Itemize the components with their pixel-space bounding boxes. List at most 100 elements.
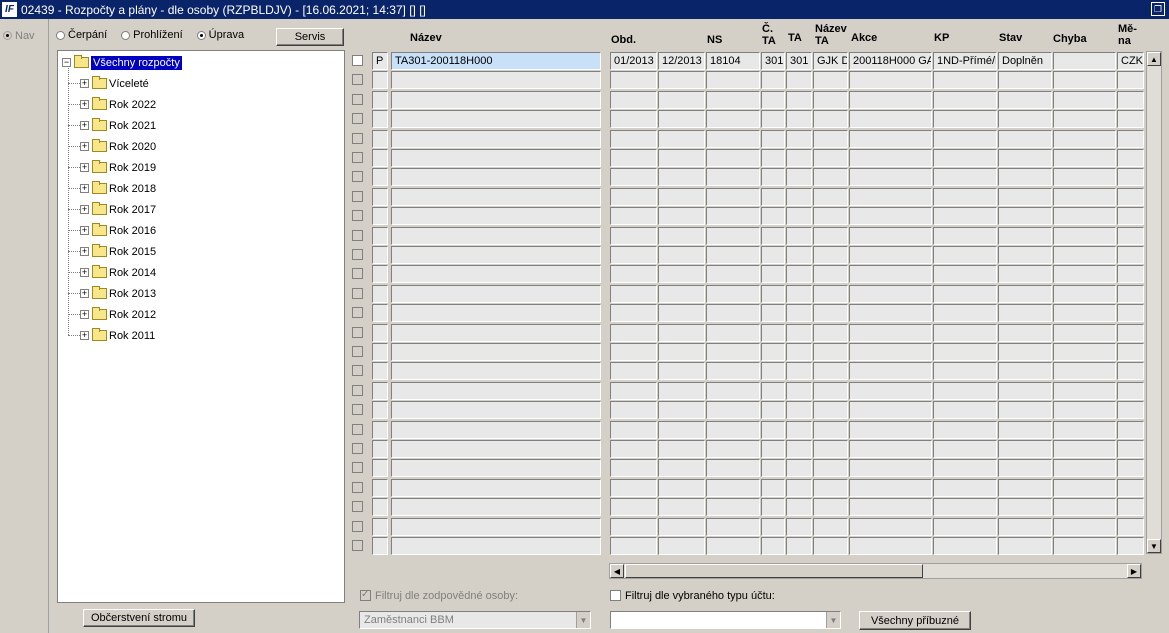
row-select-checkbox[interactable] (352, 190, 363, 202)
tree-item[interactable]: + Rok 2022 (80, 96, 156, 113)
cell-obd_od[interactable] (610, 187, 657, 206)
mode-uprava[interactable]: Úprava (196, 29, 244, 41)
cell-mena[interactable] (1117, 110, 1144, 129)
cell-akce[interactable] (849, 110, 932, 129)
expand-icon[interactable]: + (80, 163, 89, 172)
cell-nazev_ta[interactable] (813, 323, 848, 342)
cell-p[interactable] (372, 498, 388, 517)
cell-obd_do[interactable] (658, 362, 705, 381)
cell-p[interactable] (372, 459, 388, 478)
cell-nazev_ta[interactable] (813, 420, 848, 439)
cell-ns[interactable] (706, 284, 760, 303)
cell-akce[interactable] (849, 343, 932, 361)
servis-button[interactable]: Servis (276, 28, 344, 46)
tree-item[interactable]: + Rok 2013 (80, 285, 156, 302)
table-row[interactable] (352, 478, 1147, 497)
cell-stav[interactable] (998, 537, 1052, 555)
cell-p[interactable] (372, 323, 388, 342)
table-row[interactable] (352, 90, 1147, 109)
cell-chyba[interactable] (1053, 129, 1116, 148)
expand-icon[interactable]: + (80, 226, 89, 235)
cell-ta[interactable] (786, 226, 812, 245)
cell-obd_od[interactable] (610, 90, 657, 109)
cell-obd_do[interactable] (658, 459, 705, 478)
cell-nazev[interactable] (391, 343, 601, 361)
cell-c_ta[interactable] (761, 343, 785, 361)
cell-mena[interactable] (1117, 207, 1144, 226)
cell-obd_do[interactable] (658, 323, 705, 342)
cell-obd_od[interactable] (610, 343, 657, 361)
row-select-checkbox[interactable] (352, 113, 363, 125)
table-row[interactable] (352, 459, 1147, 478)
cell-chyba[interactable] (1053, 459, 1116, 478)
scroll-up-icon[interactable]: ▲ (1147, 52, 1161, 66)
table-row[interactable] (352, 304, 1147, 323)
cell-obd_od[interactable] (610, 362, 657, 381)
cell-p[interactable]: P (372, 52, 388, 70)
cell-ta[interactable] (786, 71, 812, 90)
cell-ns[interactable] (706, 149, 760, 167)
cell-chyba[interactable] (1053, 207, 1116, 226)
tree-item[interactable]: + Rok 2020 (80, 138, 156, 155)
cell-chyba[interactable] (1053, 343, 1116, 361)
cell-obd_od[interactable] (610, 323, 657, 342)
cell-ta[interactable]: 301 (786, 52, 812, 70)
cell-akce[interactable] (849, 187, 932, 206)
row-select-checkbox[interactable] (352, 462, 363, 474)
cell-obd_do[interactable] (658, 187, 705, 206)
cell-ta[interactable] (786, 207, 812, 226)
expand-icon[interactable]: + (80, 331, 89, 340)
cell-mena[interactable] (1117, 71, 1144, 90)
mode-prohlizeni[interactable]: Prohlížení (121, 29, 183, 41)
expand-icon[interactable]: + (80, 79, 89, 88)
cell-nazev_ta[interactable] (813, 226, 848, 245)
cell-nazev[interactable] (391, 381, 601, 400)
cell-stav[interactable] (998, 401, 1052, 420)
cell-obd_od[interactable] (610, 498, 657, 517)
cell-stav[interactable] (998, 168, 1052, 187)
cell-mena[interactable] (1117, 323, 1144, 342)
cell-ns[interactable] (706, 362, 760, 381)
expand-icon[interactable]: + (80, 289, 89, 298)
cell-akce[interactable] (849, 304, 932, 323)
cell-ta[interactable] (786, 323, 812, 342)
cell-ns[interactable] (706, 110, 760, 129)
cell-c_ta[interactable] (761, 207, 785, 226)
cell-stav[interactable] (998, 149, 1052, 167)
cell-nazev[interactable] (391, 401, 601, 420)
cell-stav[interactable] (998, 187, 1052, 206)
cell-c_ta[interactable] (761, 537, 785, 555)
cell-c_ta[interactable] (761, 362, 785, 381)
cell-p[interactable] (372, 440, 388, 458)
cell-obd_do[interactable] (658, 207, 705, 226)
cell-obd_od[interactable] (610, 459, 657, 478)
cell-ta[interactable] (786, 362, 812, 381)
row-select-checkbox[interactable] (352, 481, 363, 493)
scroll-down-icon[interactable]: ▼ (1147, 539, 1161, 553)
cell-c_ta[interactable] (761, 304, 785, 323)
cell-nazev[interactable] (391, 265, 601, 284)
cell-c_ta[interactable] (761, 226, 785, 245)
row-select-checkbox[interactable] (352, 365, 363, 377)
cell-chyba[interactable] (1053, 90, 1116, 109)
cell-obd_do[interactable] (658, 401, 705, 420)
cell-chyba[interactable] (1053, 246, 1116, 264)
cell-p[interactable] (372, 304, 388, 323)
cell-ns[interactable] (706, 401, 760, 420)
cell-nazev[interactable] (391, 90, 601, 109)
cell-stav[interactable] (998, 517, 1052, 536)
cell-nazev_ta[interactable] (813, 517, 848, 536)
cell-stav[interactable] (998, 226, 1052, 245)
cell-p[interactable] (372, 420, 388, 439)
cell-akce[interactable] (849, 168, 932, 187)
cell-chyba[interactable] (1053, 517, 1116, 536)
cell-akce[interactable] (849, 440, 932, 458)
cell-chyba[interactable] (1053, 362, 1116, 381)
row-select-checkbox[interactable] (352, 307, 363, 319)
cell-ta[interactable] (786, 459, 812, 478)
cell-kp[interactable] (933, 149, 997, 167)
cell-obd_do[interactable] (658, 537, 705, 555)
row-select-checkbox[interactable] (352, 152, 363, 163)
cell-stav[interactable] (998, 459, 1052, 478)
cell-chyba[interactable] (1053, 498, 1116, 517)
